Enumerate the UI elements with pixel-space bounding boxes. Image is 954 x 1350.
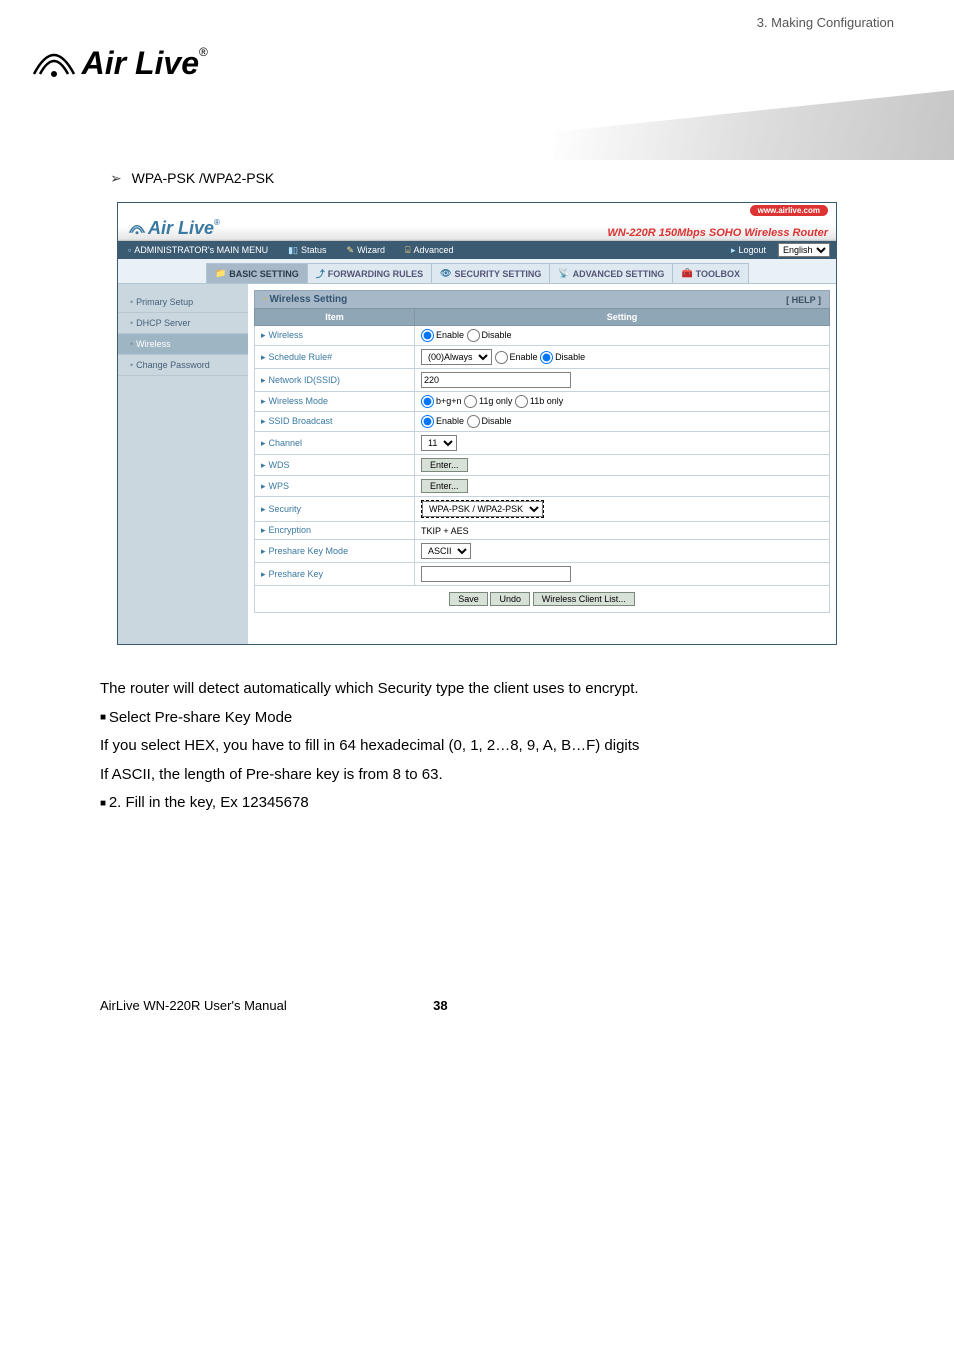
model-desc: 150Mbps SOHO Wireless Router <box>659 227 828 239</box>
tab-advanced-setting[interactable]: 📡ADVANCED SETTING <box>549 263 673 283</box>
logo-trademark: ® <box>199 45 208 59</box>
schedule-disable-radio[interactable]: Disable <box>540 352 585 362</box>
eye-icon: 👁 <box>440 268 451 279</box>
save-button[interactable]: Save <box>449 592 488 606</box>
mode-bgn-radio[interactable]: b+g+n <box>421 396 462 406</box>
tab-toolbox[interactable]: 🧰TOOLBOX <box>672 263 749 283</box>
router-ui: Air Live® www.airlive.com WN-220R 150Mbp… <box>117 202 837 645</box>
sidebar-item-change-password[interactable]: •Change Password <box>118 355 248 376</box>
section-heading-text: WPA-PSK /WPA2-PSK <box>132 170 275 186</box>
menu-logout[interactable]: ▸Logout <box>721 245 776 256</box>
arrow-icon: ➢ <box>110 170 128 186</box>
model-line: WN-220R 150Mbps SOHO Wireless Router <box>607 225 836 241</box>
row-schedule: ▸Schedule Rule# (00)Always Enable Disabl… <box>255 346 830 369</box>
ssid-input[interactable] <box>421 372 571 388</box>
wand-icon: ✎ <box>347 245 355 256</box>
mode-11b-radio[interactable]: 11b only <box>515 396 563 406</box>
menu-advanced[interactable]: ⌸Advanced <box>395 245 463 256</box>
para2: If you select HEX, you have to fill in 6… <box>100 732 854 761</box>
antenna-icon: 📡 <box>558 268 569 279</box>
para1: The router will detect automatically whi… <box>100 675 854 704</box>
main-menu-label[interactable]: ▫ADMINISTRATOR's MAIN MENU <box>118 245 278 255</box>
sidebar-item-dhcp-server[interactable]: •DHCP Server <box>118 313 248 334</box>
bullet1: Select Pre-share Key Mode <box>100 704 854 733</box>
site-badge[interactable]: www.airlive.com <box>750 205 828 216</box>
sidebar: •Primary Setup •DHCP Server •Wireless •C… <box>118 284 248 644</box>
help-link[interactable]: [ HELP ] <box>786 295 821 305</box>
menu-wizard[interactable]: ✎Wizard <box>337 245 396 256</box>
row-security: ▸Security WPA-PSK / WPA2-PSK <box>255 497 830 522</box>
tab-security-setting[interactable]: 👁SECURITY SETTING <box>431 263 550 283</box>
schedule-enable-radio[interactable]: Enable <box>495 352 538 362</box>
row-wps: ▸WPS Enter... <box>255 476 830 497</box>
row-preshare-key: ▸Preshare Key <box>255 563 830 586</box>
tabbar: 📁BASIC SETTING ⤴FORWARDING RULES 👁SECURI… <box>118 259 836 284</box>
tool-icon: ⌸ <box>405 245 410 256</box>
col-setting: Setting <box>415 309 830 326</box>
broadcast-enable-radio[interactable]: Enable <box>421 416 464 426</box>
page-context-header: 3. Making Configuration <box>0 0 954 30</box>
row-encryption: ▸Encryption TKIP + AES <box>255 522 830 540</box>
wireless-disable-radio[interactable]: Disable <box>467 330 512 340</box>
row-preshare-key-mode: ▸Preshare Key Mode ASCII <box>255 540 830 563</box>
row-wds: ▸WDS Enter... <box>255 455 830 476</box>
para3: If ASCII, the length of Pre-share key is… <box>100 761 854 790</box>
signal-icon: ▮▯ <box>288 245 298 256</box>
brand-small: Air Live® <box>118 214 220 241</box>
content-panel: ▫Wireless Setting [ HELP ] Item Setting … <box>248 284 836 644</box>
logo-area: Air Live® <box>0 30 954 130</box>
row-channel: ▸Channel 11 <box>255 432 830 455</box>
tab-forwarding-rules[interactable]: ⤴FORWARDING RULES <box>307 263 432 283</box>
footer-title: AirLive WN-220R User's Manual <box>100 998 287 1013</box>
body-text: The router will detect automatically whi… <box>0 675 954 818</box>
wireless-enable-radio[interactable]: Enable <box>421 330 464 340</box>
row-wireless-mode: ▸Wireless Mode b+g+n 11g only 11b only <box>255 392 830 412</box>
sidebar-item-wireless[interactable]: •Wireless <box>118 334 248 355</box>
security-select[interactable]: WPA-PSK / WPA2-PSK <box>422 501 543 517</box>
tab-basic-setting[interactable]: 📁BASIC SETTING <box>206 263 308 283</box>
mode-11g-radio[interactable]: 11g only <box>464 396 512 406</box>
page-footer: AirLive WN-220R User's Manual 38 <box>0 818 954 1043</box>
logo-text: Air Live <box>82 45 199 82</box>
bullet2: 2. Fill in the key, Ex 12345678 <box>100 789 854 818</box>
model-number: WN-220R <box>607 227 655 239</box>
toolbox-icon: 🧰 <box>681 268 692 279</box>
row-wireless: ▸Wireless Enable Disable <box>255 326 830 346</box>
brand-small-text: Air Live <box>148 218 214 238</box>
row-ssid: ▸Network ID(SSID) <box>255 369 830 392</box>
psk-input[interactable] <box>421 566 571 582</box>
menubar: ▫ADMINISTRATOR's MAIN MENU ▮▯Status ✎Wiz… <box>118 241 836 259</box>
wps-enter-button[interactable]: Enter... <box>421 479 468 493</box>
broadcast-disable-radio[interactable]: Disable <box>467 416 512 426</box>
header-swoosh <box>554 90 954 160</box>
channel-select[interactable]: 11 <box>421 435 457 451</box>
encryption-value: TKIP + AES <box>415 522 830 540</box>
wds-enter-button[interactable]: Enter... <box>421 458 468 472</box>
col-item: Item <box>255 309 415 326</box>
language-select[interactable]: English <box>778 243 830 257</box>
menu-status[interactable]: ▮▯Status <box>278 245 336 256</box>
page-number: 38 <box>433 998 447 1013</box>
router-banner: Air Live® www.airlive.com WN-220R 150Mbp… <box>118 203 836 241</box>
panel-title: ▫Wireless Setting <box>263 294 347 305</box>
button-row: Save Undo Wireless Client List... <box>254 586 830 613</box>
undo-button[interactable]: Undo <box>490 592 530 606</box>
schedule-select[interactable]: (00)Always <box>421 349 492 365</box>
folder-icon: 📁 <box>215 268 226 279</box>
airlive-logo: Air Live® <box>30 45 208 82</box>
psk-mode-select[interactable]: ASCII <box>421 543 471 559</box>
settings-table: Item Setting ▸Wireless Enable Disable <box>254 308 830 586</box>
row-ssid-broadcast: ▸SSID Broadcast Enable Disable <box>255 412 830 432</box>
sidebar-item-primary-setup[interactable]: •Primary Setup <box>118 292 248 313</box>
share-icon: ⤴ <box>316 267 325 280</box>
wireless-client-list-button[interactable]: Wireless Client List... <box>533 592 635 606</box>
